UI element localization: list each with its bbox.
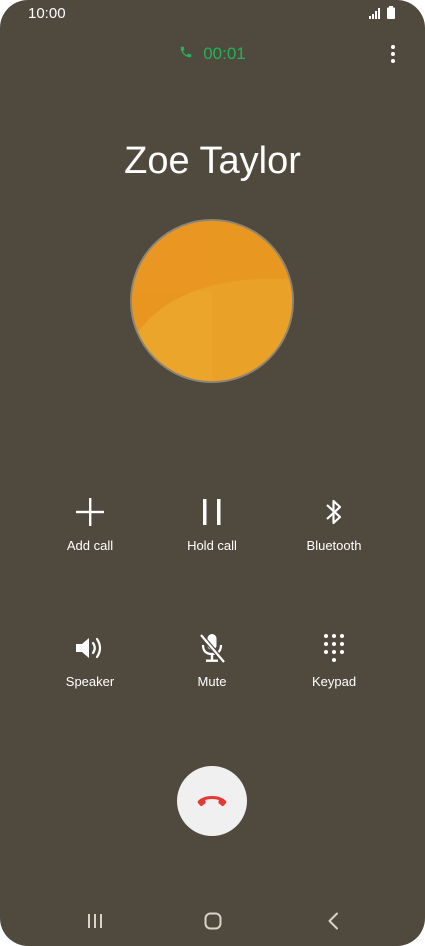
home-button[interactable] bbox=[193, 908, 233, 934]
battery-icon bbox=[387, 6, 395, 24]
end-call-button[interactable] bbox=[177, 766, 247, 836]
mic-off-icon bbox=[192, 628, 232, 668]
more-options-button[interactable] bbox=[383, 42, 403, 66]
hang-up-icon bbox=[197, 796, 227, 807]
call-timer: 00:01 bbox=[0, 40, 425, 68]
mute-label: Mute bbox=[197, 674, 227, 689]
signal-icon bbox=[369, 6, 381, 24]
contact-avatar bbox=[130, 219, 294, 383]
hold-call-label: Hold call bbox=[187, 538, 237, 553]
bluetooth-button[interactable]: Bluetooth bbox=[274, 492, 394, 553]
keypad-button[interactable]: Keypad bbox=[274, 628, 394, 689]
speaker-icon bbox=[70, 628, 110, 668]
back-button[interactable] bbox=[313, 908, 353, 934]
hold-call-button[interactable]: Hold call bbox=[152, 492, 272, 553]
bluetooth-label: Bluetooth bbox=[306, 538, 362, 553]
contact-name: Zoe Taylor bbox=[124, 140, 301, 182]
home-icon bbox=[204, 912, 222, 930]
call-screen: 10:00 00:01 Zoe Taylor Add call Hold cal… bbox=[0, 0, 425, 946]
recent-apps-icon bbox=[88, 914, 102, 928]
call-timer-text: 00:01 bbox=[203, 44, 246, 63]
recent-apps-button[interactable] bbox=[75, 908, 115, 934]
navigation-bar bbox=[0, 900, 425, 940]
mute-button[interactable]: Mute bbox=[152, 628, 272, 689]
more-vertical-icon bbox=[391, 45, 395, 63]
status-icons bbox=[369, 6, 395, 24]
add-call-button[interactable]: Add call bbox=[30, 492, 150, 553]
pause-icon bbox=[192, 492, 232, 532]
status-bar: 10:00 bbox=[0, 0, 425, 28]
speaker-label: Speaker bbox=[65, 674, 115, 689]
add-call-label: Add call bbox=[66, 538, 114, 553]
keypad-icon bbox=[314, 628, 354, 668]
back-icon bbox=[328, 912, 338, 930]
keypad-label: Keypad bbox=[311, 674, 357, 689]
plus-icon bbox=[70, 492, 110, 532]
bluetooth-icon bbox=[314, 492, 354, 532]
status-time: 10:00 bbox=[28, 5, 66, 22]
phone-icon bbox=[179, 45, 193, 64]
speaker-button[interactable]: Speaker bbox=[30, 628, 150, 689]
